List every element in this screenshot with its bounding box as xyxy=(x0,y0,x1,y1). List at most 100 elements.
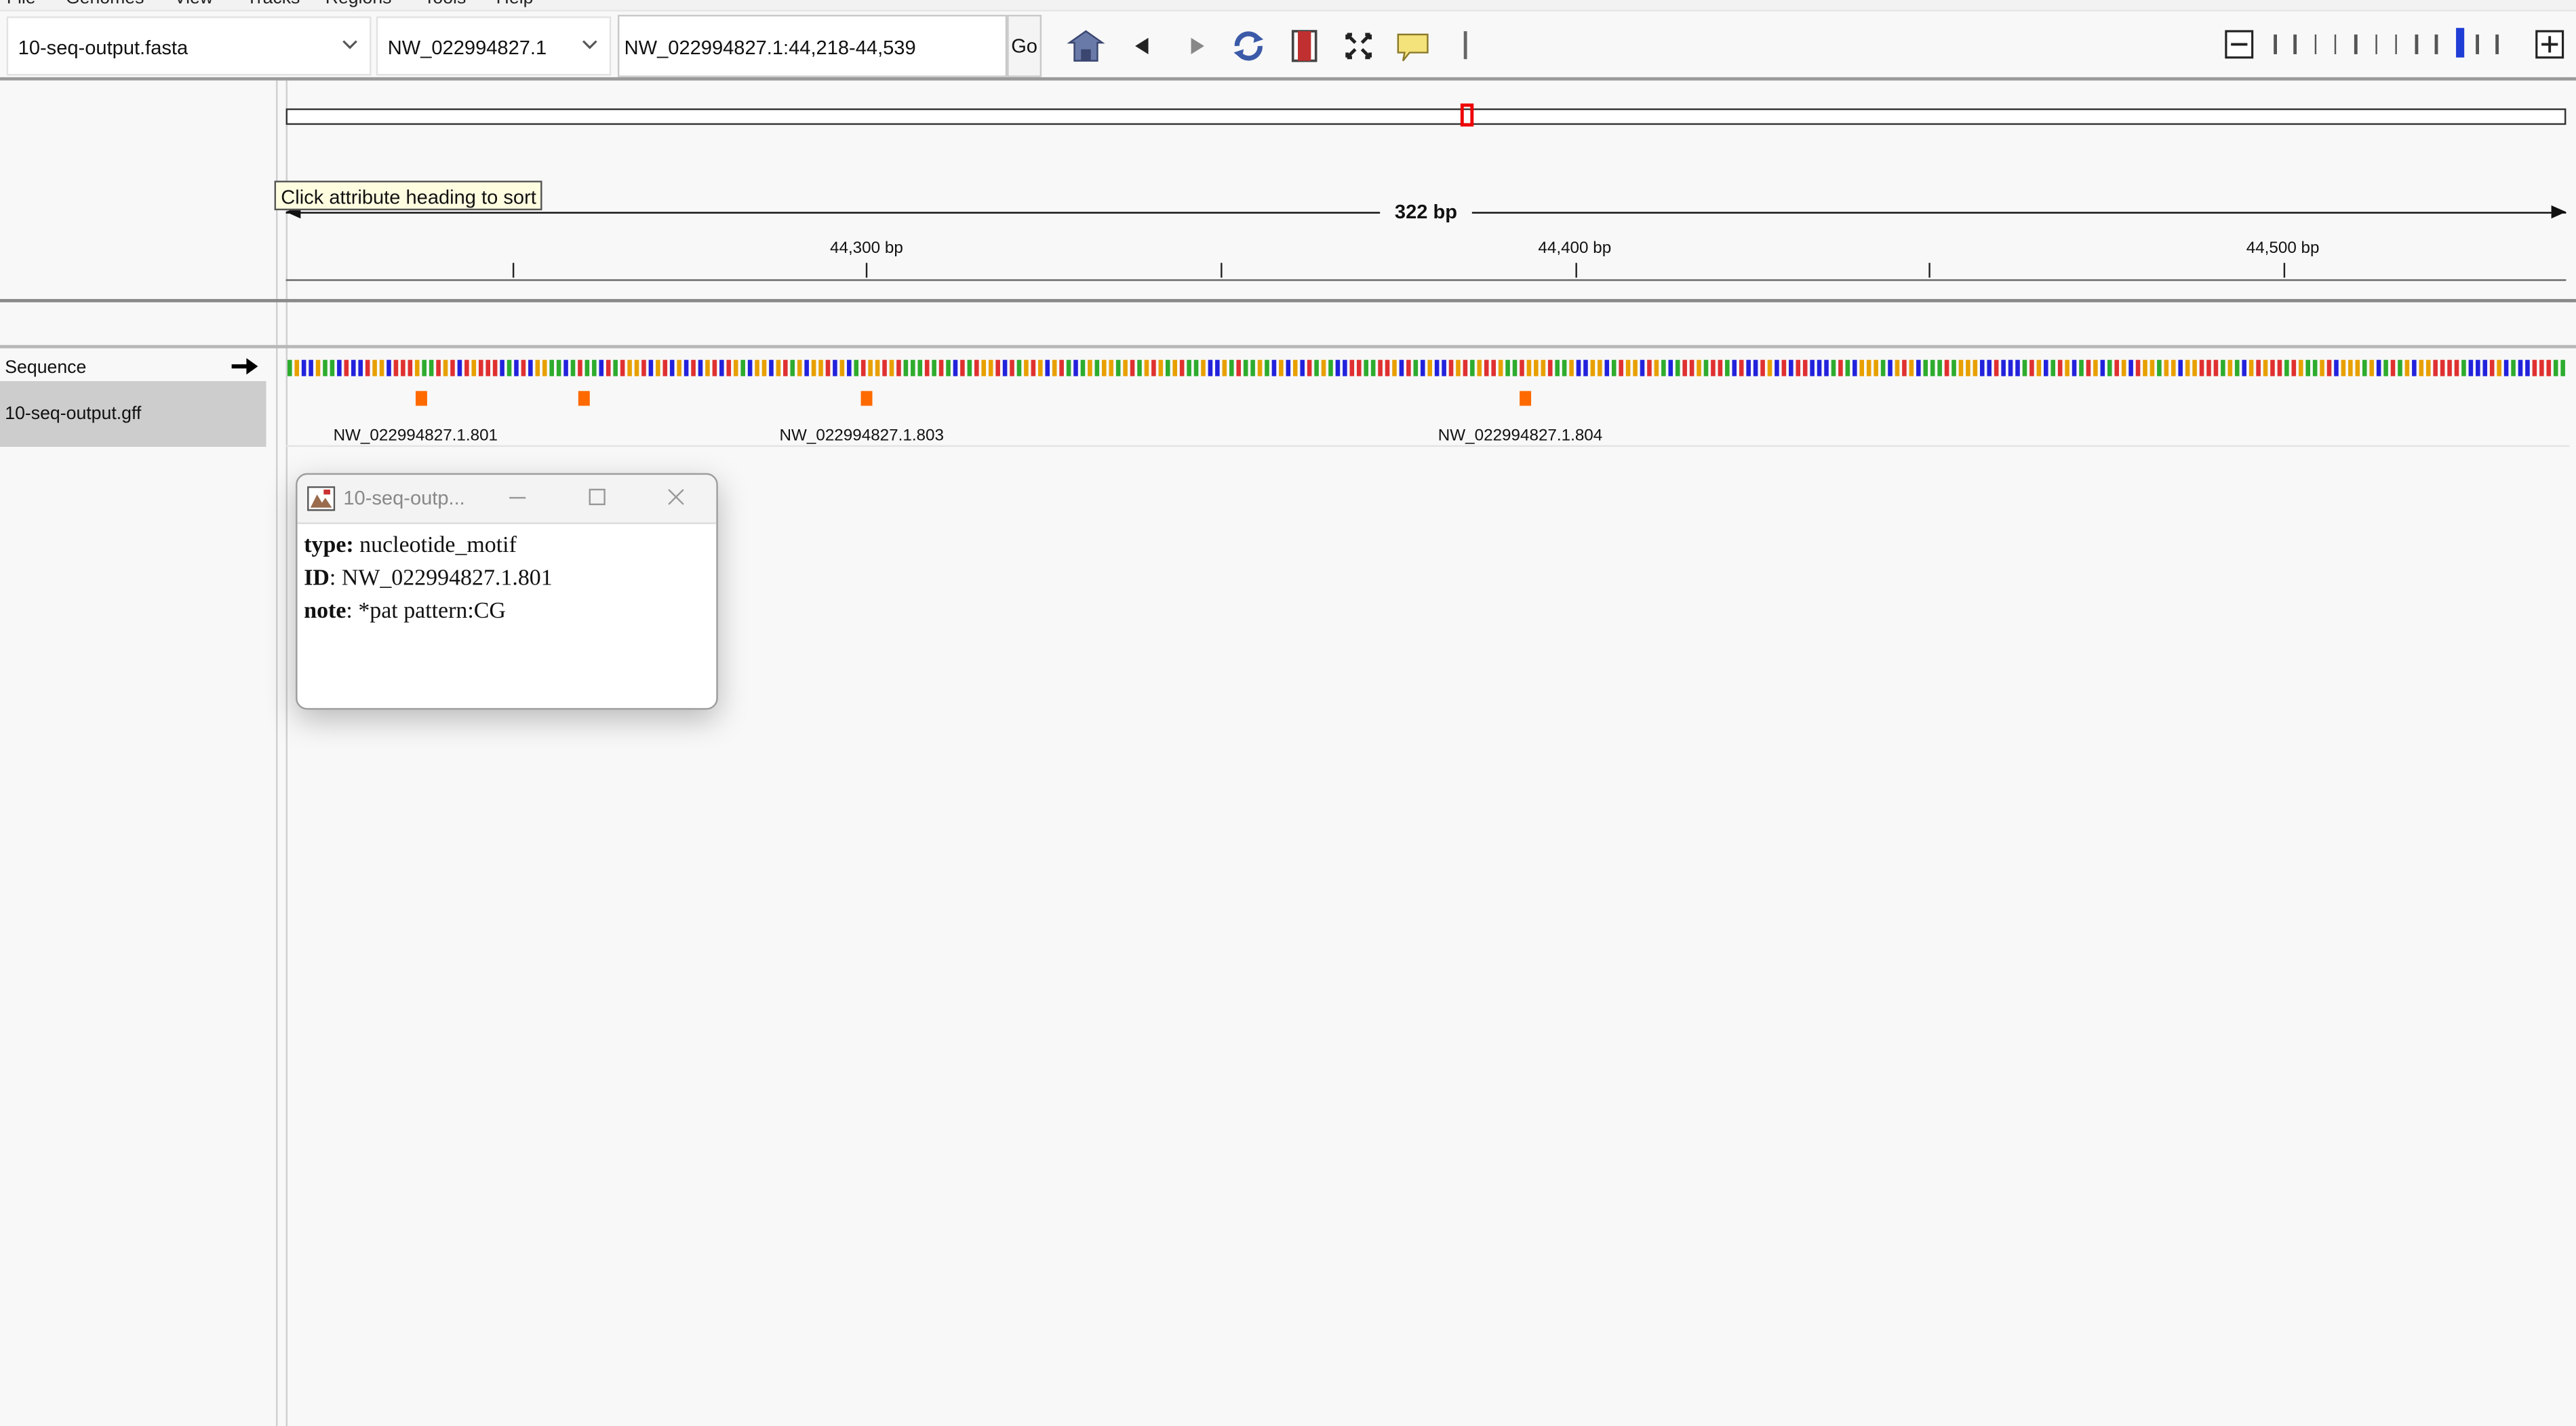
base-G xyxy=(1859,359,1865,376)
base-G xyxy=(733,359,738,376)
base-C xyxy=(1434,359,1440,376)
base-A xyxy=(946,359,951,376)
base-T xyxy=(1236,359,1241,376)
zoom-level-tick[interactable] xyxy=(2415,34,2418,54)
base-A xyxy=(1243,359,1248,376)
close-icon[interactable] xyxy=(659,483,692,513)
base-A xyxy=(556,359,561,376)
base-C xyxy=(1640,359,1645,376)
base-C xyxy=(358,359,363,376)
locus-input[interactable]: NW_022994827.1:44,218-44,539 xyxy=(617,14,1008,77)
base-A xyxy=(1923,359,1928,376)
base-T xyxy=(1802,359,1808,376)
base-A xyxy=(2553,359,2558,376)
menu-tools[interactable]: Tools xyxy=(424,0,466,10)
fit-window-icon[interactable] xyxy=(1339,28,1379,64)
base-C xyxy=(337,359,342,376)
base-G xyxy=(1201,359,1206,376)
sequence-track-name[interactable]: Sequence xyxy=(0,357,266,380)
zoom-level-tick[interactable] xyxy=(2314,34,2317,54)
popup-content: type: nucleotide_motif ID: NW_022994827.… xyxy=(304,531,553,629)
base-C xyxy=(1045,359,1050,376)
base-A xyxy=(323,359,328,376)
feature-block[interactable] xyxy=(861,391,873,406)
zoom-level-tick[interactable] xyxy=(2455,28,2464,58)
base-T xyxy=(620,359,625,376)
maximize-icon[interactable] xyxy=(580,483,612,513)
base-A xyxy=(903,359,909,376)
chevron-down-icon xyxy=(582,40,597,49)
base-G xyxy=(379,359,384,376)
zoom-level-tick[interactable] xyxy=(2394,34,2398,54)
menu-tracks[interactable]: Tracks xyxy=(246,0,300,10)
go-button[interactable]: Go xyxy=(1007,14,1042,77)
base-C xyxy=(2412,359,2417,376)
zoom-level-tick[interactable] xyxy=(2293,34,2297,54)
zoom-out-icon[interactable] xyxy=(2224,30,2254,60)
zoom-level-tick[interactable] xyxy=(2334,34,2337,54)
menu-help[interactable]: Help xyxy=(496,0,534,10)
home-icon[interactable] xyxy=(1066,28,1105,64)
roi-icon[interactable] xyxy=(1285,28,1324,64)
base-C xyxy=(1335,359,1341,376)
forward-icon[interactable] xyxy=(1176,28,1216,64)
menu-regions[interactable]: Regions xyxy=(325,0,392,10)
back-icon[interactable] xyxy=(1124,28,1163,64)
base-A xyxy=(2022,359,2027,376)
popup-info-icon[interactable] xyxy=(1393,28,1433,64)
feature-block[interactable] xyxy=(1520,391,1532,406)
base-C xyxy=(1576,359,1581,376)
base-T xyxy=(1902,359,1907,376)
base-T xyxy=(825,359,831,376)
base-C xyxy=(2072,359,2077,376)
zoom-in-icon[interactable] xyxy=(2535,30,2564,60)
feature-block[interactable] xyxy=(415,391,427,406)
zoom-level-tick[interactable] xyxy=(2495,34,2499,54)
base-G xyxy=(2093,359,2098,376)
zoom-level-tick[interactable] xyxy=(2354,34,2357,54)
menu-view[interactable]: View xyxy=(174,0,213,10)
base-T xyxy=(974,359,979,376)
feature-block[interactable] xyxy=(578,391,590,406)
ruler-tick-label: 44,400 bp xyxy=(1538,239,1612,258)
menu-file[interactable]: File xyxy=(7,0,36,10)
base-C xyxy=(1420,359,1425,376)
ruler-tick-label: 44,500 bp xyxy=(2246,239,2320,258)
base-G xyxy=(988,359,993,376)
zoom-level-tick[interactable] xyxy=(2435,34,2438,54)
base-C xyxy=(1442,359,1446,376)
base-T xyxy=(995,359,1000,376)
base-G xyxy=(2036,359,2042,376)
base-C xyxy=(2476,359,2480,376)
minimize-icon[interactable] xyxy=(501,483,534,513)
base-G xyxy=(414,359,420,376)
base-C xyxy=(648,359,654,376)
chromosome-dropdown[interactable]: NW_022994827.1 xyxy=(376,16,612,76)
base-A xyxy=(2398,359,2402,376)
base-G xyxy=(2065,359,2069,376)
base-G xyxy=(1767,359,1772,376)
popup-title: 10-seq-outp... xyxy=(343,486,465,510)
popup-titlebar[interactable]: 10-seq-outp... xyxy=(297,475,717,524)
base-G xyxy=(1633,359,1638,376)
strand-arrow-icon[interactable] xyxy=(230,357,260,376)
zoom-level-tick[interactable] xyxy=(2476,34,2478,54)
base-A xyxy=(1675,359,1680,376)
genome-dropdown[interactable]: 10-seq-output.fasta xyxy=(6,16,372,76)
base-C xyxy=(1753,359,1758,376)
zoom-level-tick[interactable] xyxy=(2274,34,2276,54)
base-T xyxy=(2440,359,2445,376)
zoom-level-tick[interactable] xyxy=(2375,34,2377,54)
base-G xyxy=(1427,359,1432,376)
base-A xyxy=(1137,359,1142,376)
chromosome-ideogram[interactable] xyxy=(285,108,2567,125)
base-T xyxy=(1385,359,1390,376)
gff-track-name[interactable]: 10-seq-output.gff xyxy=(0,381,266,448)
base-G xyxy=(2121,359,2126,376)
base-T xyxy=(450,359,455,376)
refresh-icon[interactable] xyxy=(1229,28,1268,64)
base-C xyxy=(1073,359,1078,376)
base-G xyxy=(797,359,802,376)
arrow-right-icon xyxy=(2551,205,2567,219)
menu-genomes[interactable]: Genomes xyxy=(66,0,144,10)
